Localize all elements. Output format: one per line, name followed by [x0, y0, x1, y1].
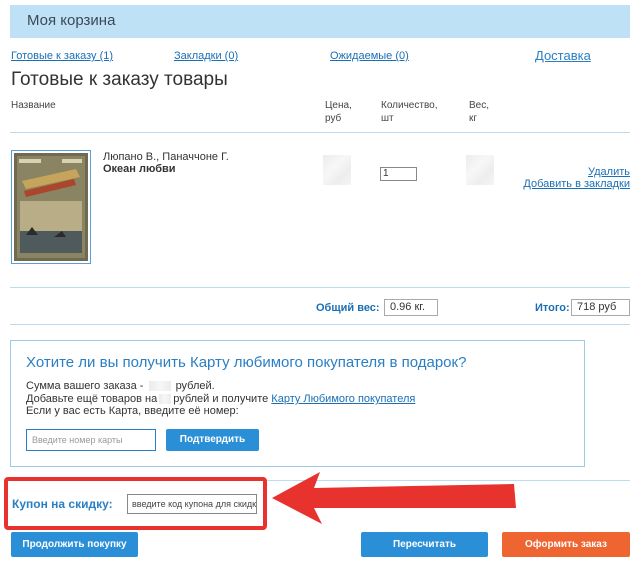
add-more-text: Добавьте ещё товаров на	[26, 393, 158, 405]
add-to-bookmarks-link[interactable]: Добавить в закладки	[523, 178, 630, 190]
annotation-arrow-icon	[272, 472, 516, 524]
card-number-input[interactable]: Введите номер карты	[26, 429, 156, 451]
confirm-card-button[interactable]: Подтвердить	[166, 429, 259, 451]
total-price-label: Итого:	[535, 302, 570, 314]
section-title: Готовые к заказу товары	[11, 69, 228, 90]
total-weight-label: Общий вес:	[316, 302, 380, 314]
add-more-unit: рублей и получите	[173, 393, 269, 405]
cart-title: Моя корзина	[27, 12, 116, 29]
col-name-header: Название	[11, 100, 56, 111]
recalculate-button[interactable]: Пересчитать	[361, 532, 488, 557]
add-more-line: Добавьте ещё товаров на рублей и получите…	[26, 393, 415, 405]
col-qty-header: Количество, шт	[381, 99, 437, 125]
tab-expected[interactable]: Ожидаемые (0)	[330, 50, 409, 62]
tab-bookmarks[interactable]: Закладки (0)	[174, 50, 238, 62]
col-price-line1: Цена,	[325, 100, 352, 111]
add-more-hidden	[159, 394, 172, 405]
book-cover-illustration	[14, 153, 88, 261]
checkout-button[interactable]: Оформить заказ	[502, 532, 630, 557]
col-price-header: Цена, руб	[325, 99, 352, 125]
card-number-prompt: Если у вас есть Карта, введите её номер:	[26, 405, 239, 417]
total-weight-value: 0.96 кг.	[384, 299, 438, 316]
book-cover-image[interactable]	[11, 150, 91, 264]
totals-divider	[10, 324, 630, 325]
cart-header: Моя корзина	[10, 5, 630, 38]
header-divider	[10, 132, 630, 133]
order-sum-line: Сумма вашего заказа - рублей.	[26, 380, 215, 392]
col-qty-line1: Количество,	[381, 100, 438, 111]
order-sum-hidden	[148, 381, 171, 392]
book-author: Люпано В., Паначчоне Г.	[103, 151, 229, 163]
col-price-line2: руб	[325, 113, 342, 124]
item-divider	[10, 287, 630, 288]
continue-shopping-button[interactable]: Продолжить покупку	[11, 532, 138, 557]
price-value-hidden	[323, 155, 351, 185]
weight-value-hidden	[466, 155, 494, 185]
coupon-label: Купон на скидку:	[12, 497, 113, 511]
col-weight-header: Вес, кг	[469, 99, 489, 125]
col-weight-line1: Вес,	[469, 100, 490, 111]
order-sum-text: Сумма вашего заказа -	[26, 380, 144, 392]
col-weight-line2: кг	[469, 113, 478, 124]
loyalty-card-title: Хотите ли вы получить Карту любимого пок…	[26, 354, 467, 371]
tab-delivery[interactable]: Доставка	[535, 48, 591, 63]
col-qty-line2: шт	[381, 113, 394, 124]
loyalty-card-link[interactable]: Карту Любимого покупателя	[271, 393, 415, 405]
total-price-value: 718 руб	[571, 299, 630, 316]
order-sum-unit: рублей.	[175, 380, 215, 392]
coupon-code-input[interactable]: введите код купона для скидки	[127, 494, 257, 514]
loyalty-card-offer: Хотите ли вы получить Карту любимого пок…	[10, 340, 585, 467]
remove-item-link[interactable]: Удалить	[588, 166, 630, 178]
tab-ready-to-order[interactable]: Готовые к заказу (1)	[11, 50, 113, 62]
quantity-input[interactable]: 1	[380, 167, 417, 181]
book-title[interactable]: Океан любви	[103, 163, 176, 175]
